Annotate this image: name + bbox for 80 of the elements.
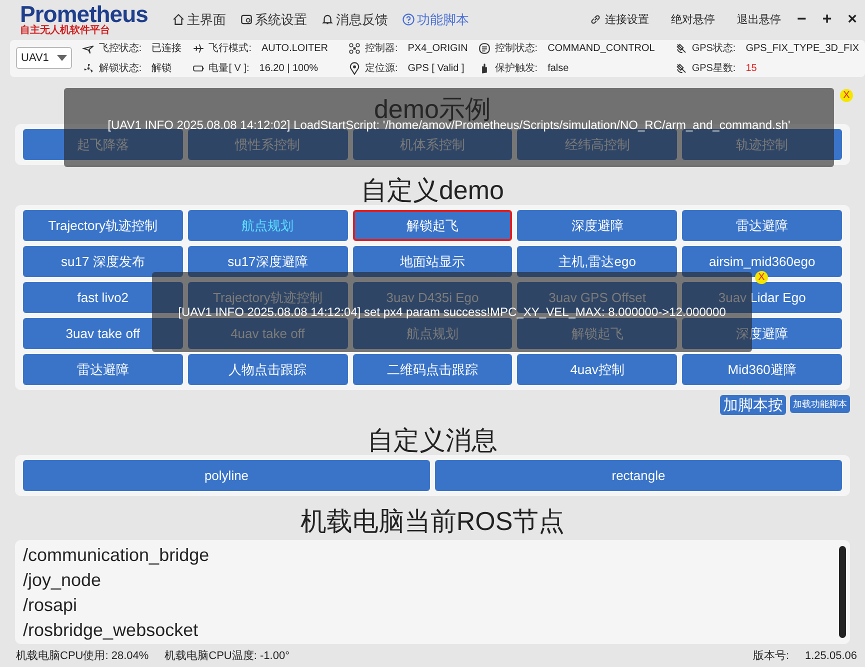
- status-value: PX4_ORIGIN: [408, 42, 468, 54]
- nav-tab[interactable]: 功能脚本: [402, 10, 469, 29]
- version-label: 版本号:: [752, 649, 789, 664]
- script-button[interactable]: 雷达避障: [23, 354, 183, 386]
- location-pin-icon: [348, 62, 361, 75]
- status-value: GPS [ Valid ]: [408, 62, 464, 74]
- status-value: 已连接: [152, 42, 182, 56]
- node-item: /communication_bridge: [23, 544, 210, 568]
- select-value: UAV1: [21, 52, 49, 64]
- section-title: 自定义消息: [368, 425, 498, 456]
- script-button[interactable]: 深度避障: [682, 318, 842, 350]
- airplane-icon: [192, 42, 205, 55]
- node-item: /rosbridge_websocket: [23, 619, 200, 642]
- scrollbar[interactable]: [839, 546, 846, 638]
- settings-icon: [240, 13, 253, 26]
- script-button[interactable]: su17深度避障: [188, 246, 348, 278]
- script-button[interactable]: 3uav take off: [23, 318, 183, 350]
- status-label: 保护触发:: [494, 62, 538, 76]
- script-button[interactable]: 深度避障: [517, 210, 678, 242]
- list-icon: [478, 42, 491, 55]
- script-button[interactable]: 解锁起飞: [352, 210, 512, 242]
- status-label: 控制器:: [364, 42, 398, 56]
- status-label: 控制状态:: [494, 42, 538, 56]
- script-button[interactable]: 主机,雷达ego: [517, 246, 678, 278]
- header-action[interactable]: 连接设置: [588, 12, 649, 28]
- caret-icon: [56, 55, 67, 62]
- script-button[interactable]: polyline: [23, 460, 430, 492]
- logo-subtitle: 自主无人机软件平台: [20, 24, 110, 37]
- script-button[interactable]: 地面站显示: [352, 246, 512, 278]
- link-icon: [588, 13, 602, 26]
- minimize-button[interactable]: −: [796, 10, 806, 29]
- status-label: GPS星数:: [692, 62, 736, 76]
- script-button[interactable]: Trajectory轨迹控制: [23, 210, 183, 242]
- satellite-icon: [674, 42, 688, 55]
- script-button[interactable]: rectangle: [435, 460, 842, 492]
- drone-icon: [348, 42, 361, 55]
- script-button[interactable]: 雷达避障: [682, 210, 842, 242]
- close-button[interactable]: X: [840, 89, 853, 102]
- script-button[interactable]: 人物点击跟踪: [188, 354, 348, 386]
- status-value: false: [548, 62, 569, 74]
- section-title: 自定义demo: [360, 175, 504, 206]
- script-button[interactable]: su17 深度发布: [23, 246, 183, 278]
- status-value: 解锁: [152, 62, 172, 76]
- propeller-icon: [82, 62, 95, 75]
- status-label: 飞控状态:: [98, 42, 142, 56]
- cpu-temperature: 机载电脑CPU温度: -1.00°: [164, 648, 290, 664]
- nav-tab[interactable]: 消息反馈: [320, 10, 388, 29]
- tool-button[interactable]: 加脚本按: [720, 395, 786, 416]
- header-action[interactable]: 绝对悬停: [670, 12, 715, 28]
- status-value: AUTO.LOITER: [261, 42, 328, 54]
- status-label: 电量[ V ]:: [208, 62, 250, 76]
- close-button[interactable]: ×: [848, 10, 857, 29]
- status-value: 16.20 | 100%: [259, 62, 318, 74]
- script-button[interactable]: Mid360避障: [682, 354, 842, 386]
- status-label: 定位源:: [364, 62, 398, 76]
- node-item: /rosapi: [23, 594, 78, 618]
- cpu-usage: 机载电脑CPU使用: 28.04%: [16, 648, 149, 664]
- nav-tab[interactable]: 系统设置: [240, 10, 307, 29]
- satellite-icon: [674, 62, 688, 75]
- script-button[interactable]: 二维码点击跟踪: [352, 354, 512, 386]
- status-value: 15: [746, 62, 757, 74]
- maximize-button[interactable]: +: [822, 10, 832, 29]
- script-button[interactable]: 4uav控制: [517, 354, 678, 386]
- status-label: GPS状态:: [692, 42, 736, 56]
- status-label: 飞行模式:: [208, 42, 252, 56]
- status-value: COMMAND_CONTROL: [548, 42, 655, 54]
- version-number: 1.25.05.06: [805, 650, 857, 662]
- uav-select[interactable]: UAV1: [16, 47, 72, 70]
- section-title: 机载电脑当前ROS节点: [300, 506, 565, 536]
- node-item: /joy_node: [23, 569, 102, 592]
- home-icon: [172, 13, 185, 26]
- nav-tab[interactable]: 主界面: [172, 10, 226, 29]
- logo-text: Prometheus: [20, 2, 148, 25]
- help-icon: [402, 13, 415, 26]
- header-action[interactable]: 退出悬停: [736, 12, 781, 28]
- bell-icon: [320, 13, 334, 26]
- script-button[interactable]: 航点规划: [188, 210, 348, 242]
- tool-button[interactable]: 加载功能脚本: [790, 395, 850, 414]
- status-value: GPS_FIX_TYPE_3D_FIX: [746, 42, 860, 54]
- status-label: 解锁状态:: [98, 62, 142, 76]
